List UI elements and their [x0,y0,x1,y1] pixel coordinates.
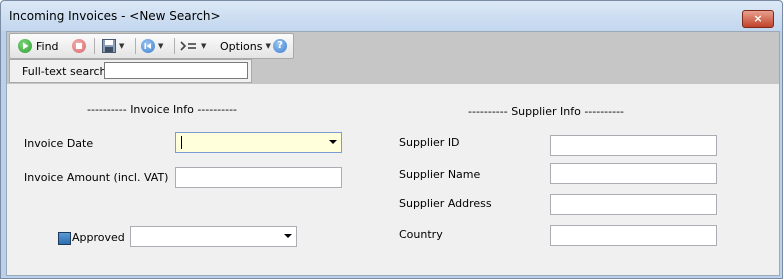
supplier-id-label: Supplier ID [399,136,460,149]
window-content: Find ▼ ▼ ▼ Options ▼ ? Full-text search:… [6,31,780,276]
fulltext-search-label: Full-text search: [22,65,111,78]
chevron-down-icon[interactable] [329,140,337,144]
chevron-down-icon: ▼ [265,42,271,50]
toolbar-area: Find ▼ ▼ ▼ Options ▼ ? Full-text search: [7,32,779,84]
options-button[interactable]: Options ▼ [220,37,271,55]
help-button[interactable]: ? [273,37,287,55]
toolbar-separator [174,38,175,54]
window-title: Incoming Invoices - <New Search> [9,9,221,23]
toolbar: Find ▼ ▼ ▼ Options ▼ ? [9,33,294,59]
find-label: Find [36,39,59,53]
country-label: Country [399,228,443,241]
filter-button[interactable]: ▼ [180,37,206,55]
fulltext-search-input[interactable] [104,62,248,79]
toolbar-separator [135,38,136,54]
approved-checkbox[interactable] [58,232,71,245]
toolbar-separator [94,38,95,54]
search-form: ---------- Invoice Info ---------- -----… [7,84,779,275]
close-button[interactable]: × [742,10,774,28]
help-icon: ? [273,39,287,53]
search-window: Incoming Invoices - <New Search> × Find [0,0,783,279]
approved-dropdown[interactable] [130,226,297,247]
supplier-address-input[interactable] [550,194,717,215]
invoice-date-label: Invoice Date [24,137,94,150]
invoice-info-header: ---------- Invoice Info ---------- [87,103,238,116]
options-label: Options [220,39,263,53]
supplier-address-label: Supplier Address [399,197,492,210]
title-bar[interactable]: Incoming Invoices - <New Search> × [1,1,782,31]
save-button[interactable]: ▼ [102,37,124,55]
close-icon: × [753,12,763,25]
chevron-down-icon[interactable]: ▼ [158,42,163,50]
find-button[interactable]: Find [18,37,59,55]
navigate-first-icon [141,39,155,53]
supplier-name-input[interactable] [550,163,717,184]
supplier-info-header: ---------- Supplier Info ---------- [468,105,625,118]
chevron-down-icon[interactable]: ▼ [119,42,124,50]
fulltext-search-bar: Full-text search: [9,59,252,83]
country-input[interactable] [550,225,717,246]
navigate-button[interactable]: ▼ [141,37,163,55]
invoice-amount-input[interactable] [175,167,342,188]
filter-icon [180,41,196,51]
chevron-down-icon[interactable] [284,234,292,238]
find-play-icon [18,39,32,53]
supplier-id-input[interactable] [550,135,717,156]
approved-label: Approved [72,231,125,244]
stop-button[interactable] [72,37,86,55]
invoice-amount-label: Invoice Amount (incl. VAT) [24,171,169,184]
chevron-down-icon[interactable]: ▼ [201,42,206,50]
text-cursor [181,136,182,149]
save-icon [102,39,116,53]
invoice-date-dropdown[interactable] [175,132,342,153]
stop-icon [72,39,86,53]
supplier-name-label: Supplier Name [399,168,481,181]
